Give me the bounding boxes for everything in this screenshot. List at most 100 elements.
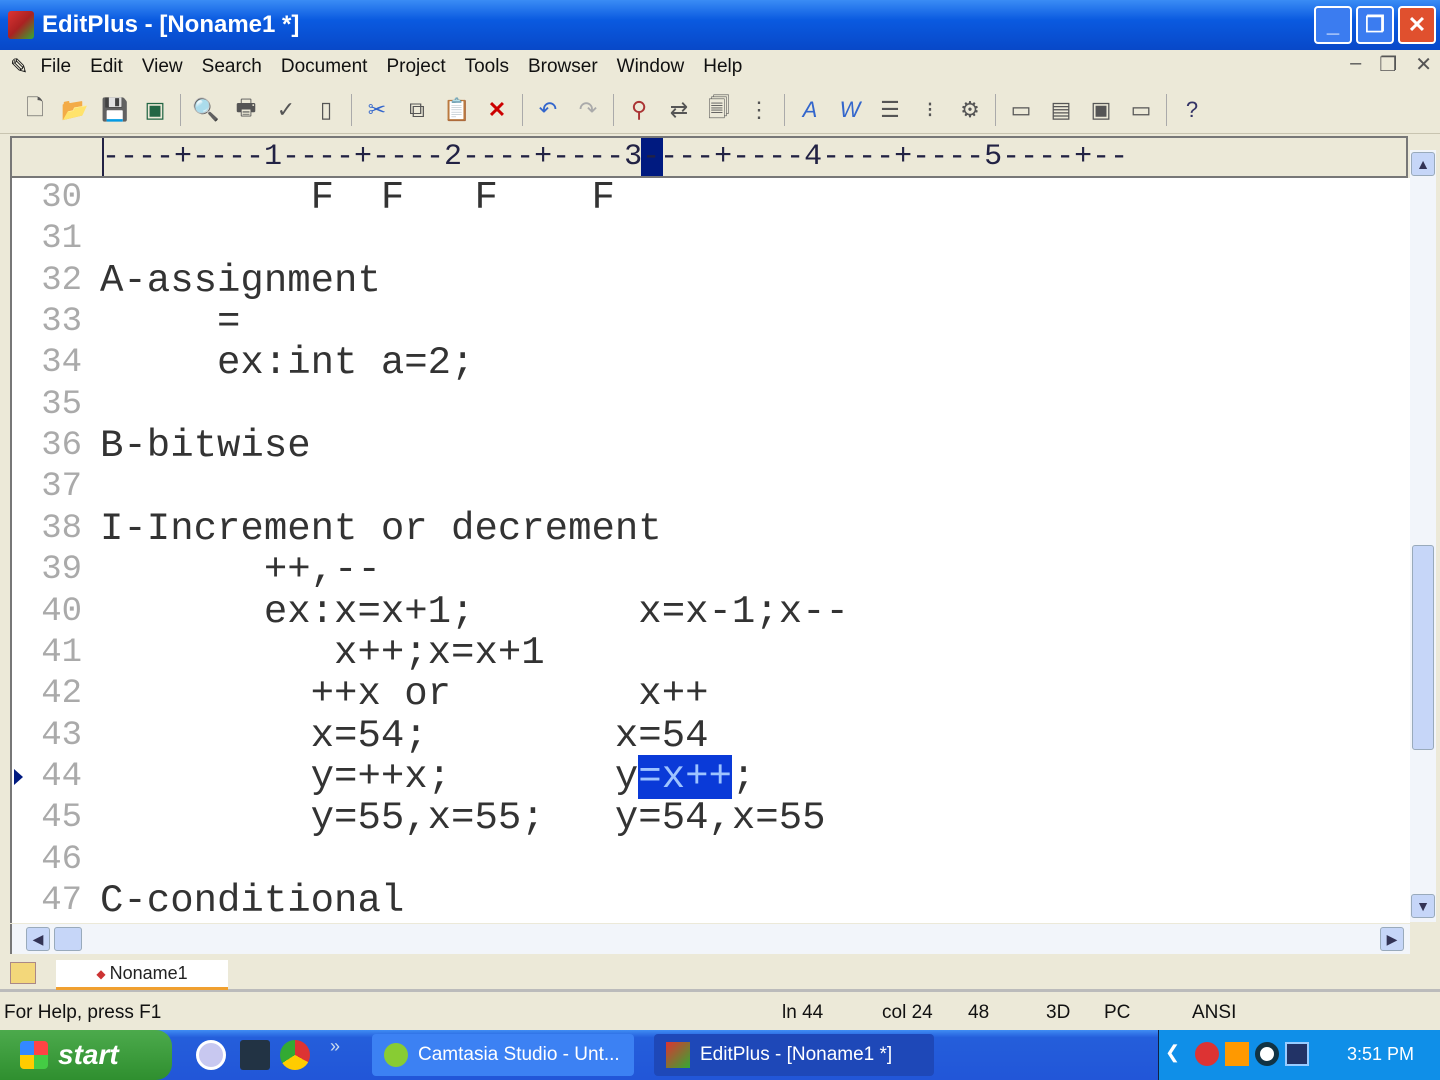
help-icon[interactable]: ? bbox=[1177, 95, 1207, 125]
close-button[interactable]: ✕ bbox=[1398, 6, 1436, 44]
ruler-marks: ----+----1----+----2----+----3----+----4… bbox=[102, 140, 1129, 174]
quicklaunch-icon[interactable] bbox=[196, 1040, 226, 1070]
undo-icon[interactable]: ↶ bbox=[533, 95, 563, 125]
status-encoding: ANSI bbox=[1192, 1002, 1237, 1023]
status-bar: For Help, press F1 ln 44 col 24 48 3D PC… bbox=[0, 996, 1440, 1028]
line-text: x++;x=x+1 bbox=[100, 632, 545, 674]
output-icon[interactable]: ▭ bbox=[1126, 95, 1156, 125]
line-text: A-assignment bbox=[100, 260, 381, 302]
new-file-icon[interactable]: 🗋 bbox=[20, 95, 50, 125]
save-all-icon[interactable]: ▣ bbox=[140, 95, 170, 125]
print-icon[interactable]: 🖶 bbox=[231, 95, 261, 125]
scroll-left-icon[interactable]: ◀ bbox=[26, 927, 50, 951]
line-text: B-bitwise bbox=[100, 426, 311, 467]
horizontal-scroll-thumb[interactable] bbox=[54, 927, 82, 951]
text-segment: ex:int a=2; bbox=[100, 341, 475, 386]
clock[interactable]: 3:51 PM bbox=[1347, 1044, 1414, 1065]
copy-icon[interactable]: ⧉ bbox=[402, 95, 432, 125]
tray-icon[interactable] bbox=[1195, 1042, 1219, 1066]
line-number: 46 bbox=[41, 840, 82, 879]
text-segment: ex:x=x+1; x=x-1;x-- bbox=[100, 589, 849, 634]
menu-window[interactable]: Window bbox=[617, 56, 685, 78]
find-in-files-icon[interactable]: 🗐 bbox=[704, 95, 734, 125]
line-text: I-Increment or decrement bbox=[100, 508, 662, 550]
cut-icon[interactable]: ✂ bbox=[362, 95, 392, 125]
line-number: 37 bbox=[41, 468, 82, 507]
scroll-right-icon[interactable]: ▶ bbox=[1380, 927, 1404, 951]
title-bar: EditPlus - [Noname1 *] _ ❐ ✕ bbox=[0, 0, 1440, 50]
task-editplus[interactable]: EditPlus - [Noname1 *] bbox=[654, 1034, 934, 1076]
menu-search[interactable]: Search bbox=[202, 56, 262, 78]
font-icon[interactable]: A bbox=[795, 95, 825, 125]
menu-project[interactable]: Project bbox=[386, 56, 445, 78]
menu-view[interactable]: View bbox=[142, 56, 183, 78]
menu-help[interactable]: Help bbox=[703, 56, 742, 78]
replace-icon[interactable]: ⇄ bbox=[664, 95, 694, 125]
line-text: F F F F bbox=[100, 178, 615, 219]
cliptext-icon[interactable]: ▤ bbox=[1046, 95, 1076, 125]
delete-icon[interactable]: ✕ bbox=[482, 95, 512, 125]
task-camtasia[interactable]: Camtasia Studio - Unt... bbox=[372, 1034, 634, 1076]
line-number: 32 bbox=[41, 261, 82, 300]
ruler-icon[interactable]: ⁝ bbox=[915, 95, 945, 125]
text-segment: F F F F bbox=[100, 178, 615, 220]
menu-browser[interactable]: Browser bbox=[528, 56, 598, 78]
horizontal-scrollbar[interactable]: ◀ ▶ bbox=[10, 924, 1410, 954]
more-icon[interactable]: » bbox=[330, 1036, 340, 1057]
menu-edit[interactable]: Edit bbox=[90, 56, 123, 78]
status-chars: 48 bbox=[968, 1002, 990, 1023]
doc-restore-button[interactable]: ❐ bbox=[1379, 52, 1397, 77]
spellcheck-icon[interactable]: ✓ bbox=[271, 95, 301, 125]
status-line: ln 44 bbox=[782, 1002, 824, 1023]
find-icon[interactable]: ⚲ bbox=[624, 95, 654, 125]
menu-document[interactable]: Document bbox=[281, 56, 368, 78]
scroll-up-icon[interactable]: ▲ bbox=[1411, 152, 1435, 176]
text-editor[interactable]: 30 F F F F 31 32 A-assignment 33 = 34 ex:int … bbox=[10, 178, 1410, 923]
minimize-button[interactable]: _ bbox=[1314, 6, 1352, 44]
line-number: 34 bbox=[41, 344, 82, 383]
maximize-button[interactable]: ❐ bbox=[1356, 6, 1394, 44]
text-segment: y=55,x=55; y=54,x=55 bbox=[100, 796, 826, 841]
open-icon[interactable]: 📂 bbox=[60, 95, 90, 125]
line-number: 47 bbox=[41, 881, 82, 920]
line-number: 31 bbox=[41, 220, 82, 259]
redo-icon[interactable]: ↷ bbox=[573, 95, 603, 125]
line-number: 33 bbox=[41, 303, 82, 342]
word-wrap-icon[interactable]: W bbox=[835, 95, 865, 125]
browser-icon[interactable]: ▣ bbox=[1086, 95, 1116, 125]
goto-line-icon[interactable]: ⋮ bbox=[744, 95, 774, 125]
window-icon[interactable]: ▭ bbox=[1006, 95, 1036, 125]
tray-alert-icon[interactable] bbox=[1225, 1042, 1249, 1066]
print-preview-icon[interactable]: 🔍 bbox=[191, 95, 221, 125]
paste-icon[interactable]: 📋 bbox=[442, 95, 472, 125]
html-icon[interactable]: ▯ bbox=[311, 95, 341, 125]
line-number-icon[interactable]: ☰ bbox=[875, 95, 905, 125]
document-tabs: ◆ Noname1 bbox=[0, 958, 1440, 992]
status-col: col 24 bbox=[882, 1002, 933, 1023]
scroll-down-icon[interactable]: ▼ bbox=[1411, 894, 1435, 918]
folder-icon[interactable] bbox=[10, 962, 36, 984]
tray-icon[interactable] bbox=[1285, 1042, 1309, 1066]
show-desktop-icon[interactable] bbox=[240, 1040, 270, 1070]
tab-noname1[interactable]: ◆ Noname1 bbox=[56, 960, 228, 990]
menu-file[interactable]: File bbox=[40, 56, 71, 78]
system-tray: ❮ 3:51 PM bbox=[1158, 1030, 1440, 1080]
doc-minimize-button[interactable]: – bbox=[1350, 52, 1361, 77]
toolbar: 🗋 📂 💾 ▣ 🔍 🖶 ✓ ▯ ✂ ⧉ 📋 ✕ ↶ ↷ ⚲ ⇄ 🗐 ⋮ A W … bbox=[0, 86, 1440, 134]
vertical-scroll-thumb[interactable] bbox=[1412, 545, 1434, 750]
doc-close-button[interactable]: ✕ bbox=[1415, 52, 1432, 77]
line-number: 42 bbox=[41, 675, 82, 714]
settings-icon[interactable]: ⚙ bbox=[955, 95, 985, 125]
windows-logo-icon bbox=[20, 1041, 48, 1069]
tray-expand-icon[interactable]: ❮ bbox=[1165, 1042, 1180, 1063]
menu-tools[interactable]: Tools bbox=[465, 56, 509, 78]
chrome-icon[interactable] bbox=[280, 1040, 310, 1070]
text-segment: x=54; x=54 bbox=[100, 713, 709, 758]
line-number: 35 bbox=[41, 385, 82, 424]
text-segment: ++,-- bbox=[100, 548, 381, 593]
save-icon[interactable]: 💾 bbox=[100, 95, 130, 125]
tray-icon[interactable] bbox=[1255, 1042, 1279, 1066]
start-button[interactable]: start bbox=[0, 1030, 172, 1080]
status-format: PC bbox=[1104, 1002, 1131, 1023]
vertical-scrollbar[interactable]: ▲ ▼ bbox=[1410, 150, 1436, 922]
